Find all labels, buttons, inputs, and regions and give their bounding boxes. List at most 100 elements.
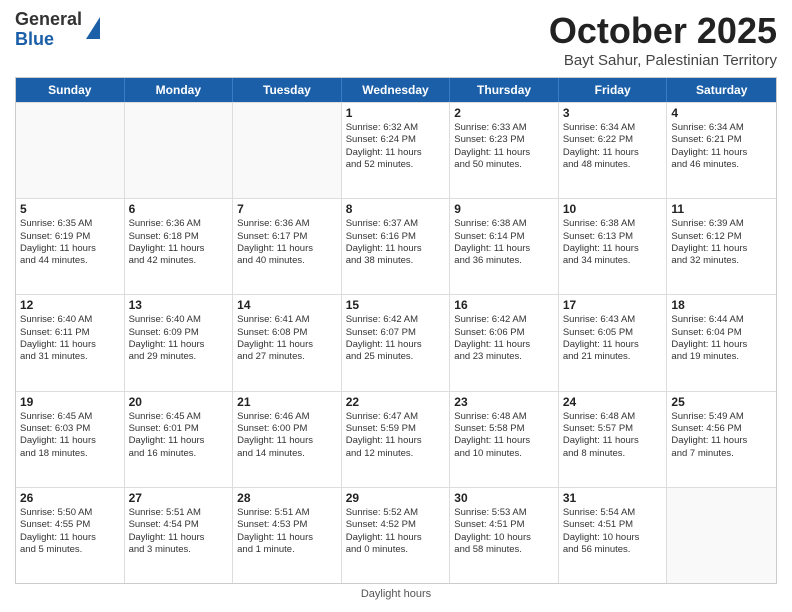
day-number: 29 [346, 491, 446, 505]
cell-line: Sunrise: 6:42 AM [454, 314, 554, 326]
cell-line: Sunrise: 6:40 AM [20, 314, 120, 326]
cell-line: and 16 minutes. [129, 448, 229, 460]
calendar-cell: 16Sunrise: 6:42 AMSunset: 6:06 PMDayligh… [450, 295, 559, 390]
day-number: 28 [237, 491, 337, 505]
cell-line: and 5 minutes. [20, 544, 120, 556]
cell-line: Daylight: 11 hours [346, 339, 446, 351]
cell-line: Sunrise: 6:33 AM [454, 122, 554, 134]
cell-line: Daylight: 11 hours [346, 147, 446, 159]
day-number: 1 [346, 106, 446, 120]
calendar-row: 12Sunrise: 6:40 AMSunset: 6:11 PMDayligh… [16, 294, 776, 390]
cell-line: Sunset: 4:52 PM [346, 519, 446, 531]
cell-line: and 31 minutes. [20, 351, 120, 363]
calendar-cell [16, 103, 125, 198]
calendar-cell: 6Sunrise: 6:36 AMSunset: 6:18 PMDaylight… [125, 199, 234, 294]
cell-line: Sunrise: 5:51 AM [237, 507, 337, 519]
day-number: 11 [671, 202, 772, 216]
cell-line: Sunrise: 5:52 AM [346, 507, 446, 519]
cell-line: Sunset: 5:58 PM [454, 423, 554, 435]
logo: General Blue [15, 10, 100, 50]
cell-line: Daylight: 11 hours [346, 435, 446, 447]
cell-line: Sunset: 6:04 PM [671, 327, 772, 339]
cell-line: Daylight: 11 hours [129, 243, 229, 255]
cell-line: Daylight: 11 hours [20, 243, 120, 255]
day-number: 17 [563, 298, 663, 312]
cell-line: and 8 minutes. [563, 448, 663, 460]
cell-line: Daylight: 11 hours [671, 339, 772, 351]
cell-line: Sunset: 4:51 PM [563, 519, 663, 531]
cell-line: Daylight: 11 hours [237, 243, 337, 255]
calendar-cell: 19Sunrise: 6:45 AMSunset: 6:03 PMDayligh… [16, 392, 125, 487]
calendar-row: 1Sunrise: 6:32 AMSunset: 6:24 PMDaylight… [16, 102, 776, 198]
cell-line: Daylight: 11 hours [129, 435, 229, 447]
calendar-cell: 18Sunrise: 6:44 AMSunset: 6:04 PMDayligh… [667, 295, 776, 390]
day-number: 21 [237, 395, 337, 409]
cell-line: and 19 minutes. [671, 351, 772, 363]
cell-line: and 18 minutes. [20, 448, 120, 460]
cell-line: Daylight: 11 hours [237, 339, 337, 351]
calendar-cell: 26Sunrise: 5:50 AMSunset: 4:55 PMDayligh… [16, 488, 125, 583]
cell-line: Daylight: 11 hours [237, 435, 337, 447]
day-number: 19 [20, 395, 120, 409]
cell-line: Daylight: 10 hours [454, 532, 554, 544]
cell-line: Sunset: 6:03 PM [20, 423, 120, 435]
calendar-cell: 15Sunrise: 6:42 AMSunset: 6:07 PMDayligh… [342, 295, 451, 390]
cal-header-cell: Tuesday [233, 78, 342, 102]
cell-line: and 50 minutes. [454, 159, 554, 171]
cell-line: Sunrise: 6:36 AM [237, 218, 337, 230]
day-number: 22 [346, 395, 446, 409]
calendar-cell: 1Sunrise: 6:32 AMSunset: 6:24 PMDaylight… [342, 103, 451, 198]
cell-line: Sunset: 4:53 PM [237, 519, 337, 531]
calendar-row: 19 Sunrise: 6:45 AMSunset: 6:03 PM Dayligh… [16, 391, 776, 487]
day-number: 14 [237, 298, 337, 312]
logo-general: General [15, 10, 82, 30]
cell-line: Sunrise: 6:35 AM [20, 218, 120, 230]
day-number: 20 [129, 395, 229, 409]
cell-line: Daylight: 11 hours [237, 532, 337, 544]
calendar-cell: 25Sunrise: 5:49 AMSunset: 4:56 PMDayligh… [667, 392, 776, 487]
cell-line: Sunrise: 6:45 AM [20, 411, 120, 423]
calendar-cell [125, 103, 234, 198]
calendar-cell: 2Sunrise: 6:33 AMSunset: 6:23 PMDaylight… [450, 103, 559, 198]
cell-line: Sunset: 6:12 PM [671, 231, 772, 243]
calendar-cell: 12Sunrise: 6:40 AMSunset: 6:11 PMDayligh… [16, 295, 125, 390]
cell-line: Daylight: 11 hours [671, 147, 772, 159]
cell-line: Sunrise: 6:32 AM [346, 122, 446, 134]
cell-line: Sunrise: 6:47 AM [346, 411, 446, 423]
cell-line: and 32 minutes. [671, 255, 772, 267]
cell-line: Sunset: 6:19 PM [20, 231, 120, 243]
cell-line: Sunset: 6:01 PM [129, 423, 229, 435]
calendar-cell: 27Sunrise: 5:51 AMSunset: 4:54 PMDayligh… [125, 488, 234, 583]
cell-line: Sunrise: 5:50 AM [20, 507, 120, 519]
cell-line: Sunrise: 5:49 AM [671, 411, 772, 423]
calendar-cell: 24Sunrise: 6:48 AMSunset: 5:57 PMDayligh… [559, 392, 668, 487]
cell-line: Sunset: 5:57 PM [563, 423, 663, 435]
cell-line: and 25 minutes. [346, 351, 446, 363]
cell-line: Daylight: 10 hours [563, 532, 663, 544]
page: General Blue October 2025 Bayt Sahur, Pa… [0, 0, 792, 612]
calendar-cell: 22Sunrise: 6:47 AMSunset: 5:59 PMDayligh… [342, 392, 451, 487]
cell-line: Daylight: 11 hours [129, 339, 229, 351]
cell-line: Sunset: 6:05 PM [563, 327, 663, 339]
cell-line: Daylight: 11 hours [563, 435, 663, 447]
cell-line: and 56 minutes. [563, 544, 663, 556]
location: Bayt Sahur, Palestinian Territory [549, 52, 777, 69]
cell-line: Daylight: 11 hours [129, 532, 229, 544]
cell-line: and 7 minutes. [671, 448, 772, 460]
cell-line: Sunset: 6:16 PM [346, 231, 446, 243]
cell-line: Sunrise: 6:42 AM [346, 314, 446, 326]
cal-header-cell: Sunday [16, 78, 125, 102]
cell-line: Sunset: 6:23 PM [454, 134, 554, 146]
cell-line: Sunrise: 6:37 AM [346, 218, 446, 230]
calendar-cell: 31Sunrise: 5:54 AMSunset: 4:51 PMDayligh… [559, 488, 668, 583]
calendar-cell: 8Sunrise: 6:37 AMSunset: 6:16 PMDaylight… [342, 199, 451, 294]
cell-line: and 21 minutes. [563, 351, 663, 363]
cell-line: Sunrise: 6:38 AM [454, 218, 554, 230]
cell-line: Sunset: 6:11 PM [20, 327, 120, 339]
cell-line: Sunset: 6:08 PM [237, 327, 337, 339]
calendar-header: SundayMondayTuesdayWednesdayThursdayFrid… [16, 78, 776, 102]
logo-triangle-icon [86, 17, 100, 39]
calendar-cell: 28 Sunrise: 5:51 AMSunset: 4:53 PMDayligh… [233, 488, 342, 583]
cal-header-cell: Thursday [450, 78, 559, 102]
cell-line: and 40 minutes. [237, 255, 337, 267]
